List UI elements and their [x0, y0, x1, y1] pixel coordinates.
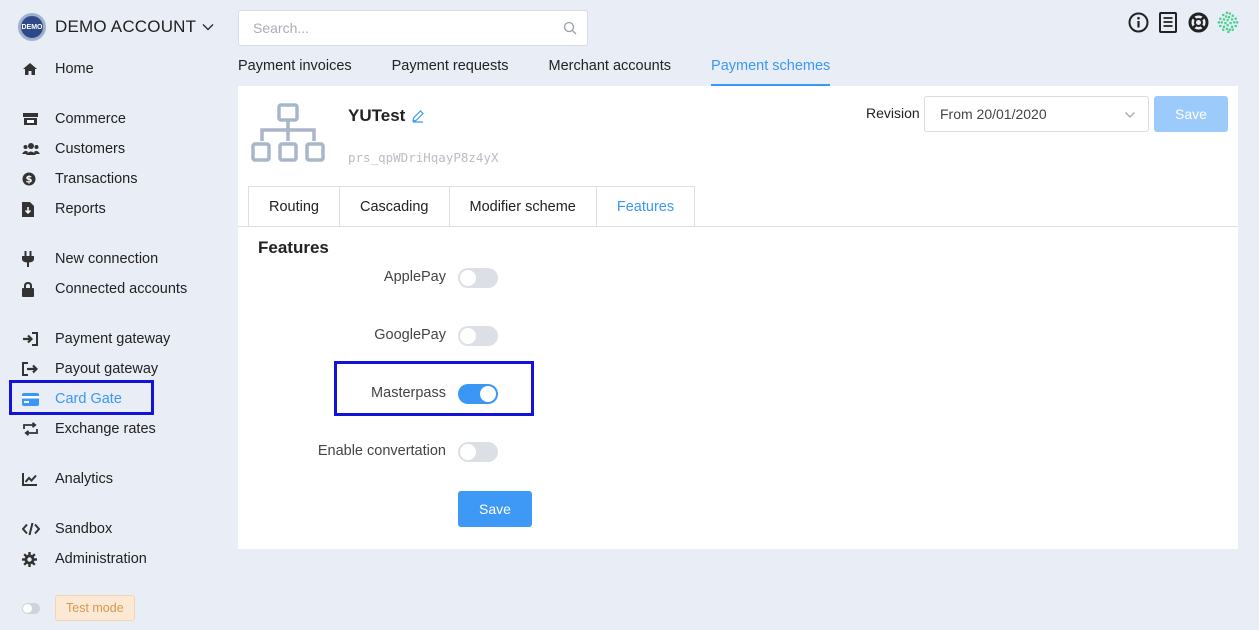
account-name: DEMO ACCOUNT: [55, 17, 197, 36]
sidebar-item-label: Payment gateway: [55, 331, 171, 347]
sidebar-item-label: Payout gateway: [55, 361, 159, 377]
search-input[interactable]: Search...: [238, 10, 588, 46]
pencil-icon[interactable]: [411, 109, 425, 123]
feature-label: GooglePay: [374, 327, 446, 343]
sitemap-icon: [251, 103, 325, 162]
exchange-icon: [22, 420, 44, 438]
info-icon[interactable]: [1127, 11, 1149, 33]
svg-text:$: $: [26, 175, 33, 186]
tab-modifier-scheme[interactable]: Modifier scheme: [448, 186, 597, 227]
save-revision-button[interactable]: Save: [1154, 96, 1228, 132]
tab-cascading[interactable]: Cascading: [338, 186, 450, 227]
tab-routing[interactable]: Routing: [248, 186, 340, 227]
sidebar-item-exchange-rates[interactable]: Exchange rates: [22, 416, 156, 442]
scheme-id: prs_qpWDriHqayP8z4yX: [348, 150, 499, 165]
masterpass-highlight: [334, 361, 534, 416]
sidebar-item-reports[interactable]: Reports: [22, 196, 106, 222]
tabs-divider: [238, 226, 1238, 227]
sidebar: DEMO DEMO ACCOUNT Home Commerce Customer…: [0, 0, 230, 630]
tab-payment-invoices[interactable]: Payment invoices: [238, 52, 352, 86]
lock-icon: [22, 280, 44, 298]
gear-icon: [22, 550, 44, 568]
sidebar-item-label: Home: [55, 61, 94, 77]
chevron-down-icon: [1125, 112, 1135, 118]
users-icon: [22, 140, 44, 158]
sidebar-item-label: Commerce: [55, 111, 126, 127]
account-switcher[interactable]: DEMO DEMO ACCOUNT: [18, 11, 214, 43]
sidebar-item-administration[interactable]: Administration: [22, 546, 147, 572]
sidebar-item-label: Transactions: [55, 171, 138, 187]
sidebar-item-label: Exchange rates: [55, 421, 156, 437]
plug-icon: [22, 250, 44, 268]
sidebar-item-payment-gateway[interactable]: Payment gateway: [22, 326, 170, 352]
avatar-icon[interactable]: [1217, 11, 1239, 33]
tab-payment-schemes[interactable]: Payment schemes: [711, 52, 831, 86]
sidebar-item-label: Analytics: [55, 471, 114, 487]
sidebar-item-analytics[interactable]: Analytics: [22, 466, 113, 492]
feature-label: Enable convertation: [317, 443, 446, 459]
scheme-tabs: Routing Cascading Modifier scheme Featur…: [248, 186, 696, 227]
enable-convertation-toggle[interactable]: [458, 442, 498, 462]
tab-merchant-accounts[interactable]: Merchant accounts: [549, 52, 672, 86]
file-download-icon: [22, 200, 44, 218]
test-mode-badge: Test mode: [55, 595, 135, 621]
lifebuoy-icon[interactable]: [1187, 11, 1209, 33]
sidebar-item-label: Administration: [55, 551, 147, 567]
sidebar-item-payout-gateway[interactable]: Payout gateway: [22, 356, 158, 382]
scheme-panel: YUTest prs_qpWDriHqayP8z4yX Revision Fro…: [238, 86, 1238, 549]
applepay-toggle[interactable]: [458, 268, 498, 288]
sidebar-item-customers[interactable]: Customers: [22, 136, 125, 162]
googlepay-toggle[interactable]: [458, 326, 498, 346]
store-icon: [22, 110, 44, 128]
sidebar-item-home[interactable]: Home: [22, 56, 94, 82]
revision-label: Revision: [866, 105, 920, 121]
features-title: Features: [258, 238, 329, 257]
revision-value: From 20/01/2020: [940, 106, 1047, 122]
search-icon[interactable]: [563, 21, 577, 35]
test-mode-switch[interactable]: Test mode: [22, 595, 135, 621]
top-icons: [1119, 11, 1239, 33]
feature-row-applepay: ApplePay: [238, 266, 738, 290]
sidebar-item-new-connection[interactable]: New connection: [22, 246, 158, 272]
dollar-circle-icon: $: [22, 170, 44, 188]
feature-label: ApplePay: [383, 269, 446, 285]
card-gate-highlight: [9, 380, 154, 415]
test-mode-toggle[interactable]: [22, 602, 40, 614]
tab-payment-requests[interactable]: Payment requests: [392, 52, 509, 86]
chevron-down-icon: [202, 23, 214, 31]
scheme-name: YUTest: [348, 106, 406, 125]
account-logo: DEMO: [18, 13, 46, 41]
tab-features[interactable]: Features: [595, 186, 696, 227]
top-tabs: Payment invoices Payment requests Mercha…: [238, 52, 870, 86]
sidebar-item-connected-accounts[interactable]: Connected accounts: [22, 276, 187, 302]
sign-out-icon: [22, 360, 44, 378]
save-features-button[interactable]: Save: [458, 491, 532, 527]
sidebar-item-sandbox[interactable]: Sandbox: [22, 516, 112, 542]
feature-row-googlepay: GooglePay: [238, 324, 738, 348]
home-icon: [22, 60, 44, 78]
sidebar-item-label: New connection: [55, 251, 159, 267]
feature-row-enable-convertation: Enable convertation: [238, 440, 738, 464]
revision-select[interactable]: From 20/01/2020: [924, 96, 1149, 132]
sidebar-item-label: Customers: [55, 141, 126, 157]
sidebar-item-transactions[interactable]: $ Transactions: [22, 166, 137, 192]
search-placeholder: Search...: [253, 20, 310, 36]
sidebar-item-commerce[interactable]: Commerce: [22, 106, 126, 132]
sidebar-item-label: Reports: [55, 201, 106, 217]
sidebar-item-label: Sandbox: [55, 521, 113, 537]
sidebar-item-label: Connected accounts: [55, 281, 188, 297]
book-icon[interactable]: [1157, 11, 1179, 33]
chart-line-icon: [22, 470, 44, 488]
sign-in-icon: [22, 330, 44, 348]
code-icon: [22, 520, 44, 538]
scheme-title: YUTest: [348, 106, 425, 126]
